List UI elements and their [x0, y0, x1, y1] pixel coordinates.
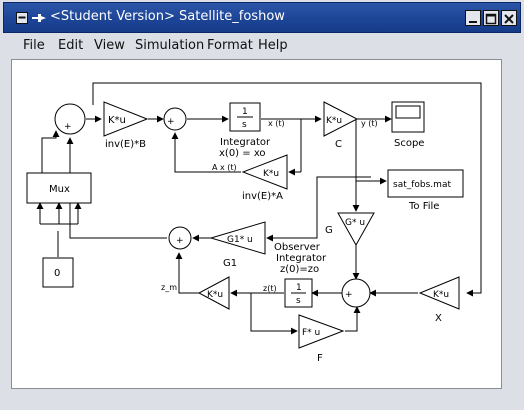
integrator-den: s	[242, 120, 247, 130]
minimize-button[interactable]	[465, 10, 481, 26]
gain-C-caption: C	[335, 139, 342, 150]
integrator-num: 1	[242, 107, 248, 117]
pin-icon[interactable]	[32, 12, 46, 24]
close-button[interactable]	[501, 10, 517, 26]
sum3-sign: +	[176, 236, 184, 246]
observer-integrator-caption2: Integrator	[276, 253, 327, 264]
gain-invEB-caption: inv(E)*B	[105, 139, 146, 150]
wire-F-to-sum4	[345, 306, 361, 332]
observer-integrator-caption1: Observer	[274, 242, 321, 253]
menu-format[interactable]: Format	[207, 38, 253, 53]
gain-G1-text: G1* u	[227, 235, 253, 245]
model-canvas[interactable]: + + + + K*u inv(E)*B 1 s Integrator x(0)…	[11, 59, 502, 389]
scope-caption: Scope	[394, 138, 424, 149]
menu-file[interactable]: File	[23, 38, 45, 53]
observer-integrator-ic: z(0)=zo	[280, 264, 319, 275]
mux-text: Mux	[49, 184, 70, 195]
gain-K-text: K*u	[207, 290, 223, 300]
wire-mux-to-sum1	[41, 130, 60, 174]
integrator-caption: Integrator	[220, 137, 271, 148]
integrator-ic: x(0) = xo	[219, 148, 266, 159]
gain-F-caption: F	[317, 353, 323, 364]
menu-help[interactable]: Help	[258, 38, 288, 53]
constant-zero-text: 0	[54, 268, 60, 279]
menu-simulation[interactable]: Simulation	[135, 38, 204, 53]
gain-G1-caption: G1	[223, 258, 237, 269]
status-bar	[11, 392, 502, 406]
sum4-sign: +	[345, 290, 353, 300]
sum1-sign: +	[64, 122, 72, 132]
gain-X-caption: X	[435, 313, 442, 324]
signal-zt-label: z(t)	[263, 284, 277, 293]
scope-icon	[395, 105, 421, 119]
gain-invEA-caption: inv(E)*A	[242, 191, 283, 202]
sum2-sign: +	[167, 117, 175, 127]
gain-G-text: G* u	[345, 218, 365, 228]
menu-bar: File Edit View Simulation Format Help	[6, 34, 518, 58]
gain-X-text: K*u	[433, 290, 449, 300]
gain-C-text: K*u	[326, 116, 342, 126]
tofile-caption: To File	[408, 201, 439, 212]
signal-zm-label: z_m	[161, 283, 177, 292]
menu-edit[interactable]: Edit	[58, 38, 83, 53]
close-icon	[504, 14, 514, 24]
gain-F-text: F* u	[302, 328, 320, 338]
gain-invEA-text: K*u	[263, 169, 279, 179]
window-title: <Student Version> Satellite_foshow	[50, 9, 285, 24]
signal-axt-label: A x (t)	[212, 163, 237, 172]
gain-invEB-text: K*u	[108, 115, 126, 126]
window-menu-icon[interactable]	[16, 12, 28, 24]
observer-integrator-den: s	[296, 296, 301, 306]
simulink-window: <Student Version> Satellite_foshow File …	[0, 0, 524, 410]
tofile-text: sat_fobs.mat	[393, 180, 451, 190]
minimize-icon	[469, 21, 477, 23]
maximize-icon	[485, 13, 497, 25]
signal-yt-label: y (t)	[361, 119, 378, 128]
block-diagram[interactable]: + + + + K*u inv(E)*B 1 s Integrator x(0)…	[12, 60, 503, 390]
signal-xt-label: x (t)	[268, 119, 285, 128]
maximize-button[interactable]	[483, 10, 499, 26]
wire-K-to-sum3	[175, 252, 201, 294]
observer-integrator-num: 1	[296, 283, 302, 293]
gain-G-caption: G	[325, 225, 333, 236]
menu-view[interactable]: View	[94, 38, 125, 53]
title-bar[interactable]: <Student Version> Satellite_foshow	[3, 2, 521, 33]
